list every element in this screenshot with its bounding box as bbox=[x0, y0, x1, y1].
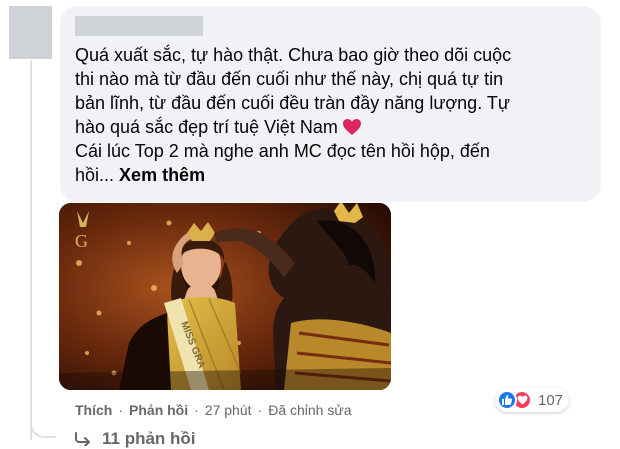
crowning-photo: G MISS GRA bbox=[59, 203, 391, 390]
comment-line: Quá xuất sắc, tự hào thật. Chưa bao giờ … bbox=[75, 45, 512, 65]
comment-actions: Thích · Phản hồi · 27 phút · Đã chỉnh sử… bbox=[75, 400, 352, 420]
comment-line: hào quá sắc đẹp trí tuệ Việt Nam bbox=[75, 115, 590, 139]
svg-text:G: G bbox=[75, 231, 88, 251]
reactions-summary[interactable]: 107 bbox=[495, 388, 570, 412]
thread-line bbox=[30, 60, 32, 440]
edited-label[interactable]: Đã chỉnh sửa bbox=[268, 402, 351, 418]
separator: · bbox=[118, 402, 124, 418]
comment-line: thi nào mà từ đầu đến cuối như thế này, … bbox=[75, 69, 504, 89]
comment-text: Quá xuất sắc, tự hào thật. Chưa bao giờ … bbox=[75, 43, 590, 187]
reply-arrow-icon bbox=[75, 432, 90, 446]
like-action[interactable]: Thích bbox=[75, 402, 112, 418]
reaction-count: 107 bbox=[538, 391, 564, 409]
view-replies-button[interactable]: 11 phản hồi bbox=[74, 429, 196, 449]
comment-line: Cái lúc Top 2 mà nghe anh MC đọc tên hồi… bbox=[75, 141, 490, 161]
red-heart-icon bbox=[342, 119, 361, 135]
author-name-redacted[interactable] bbox=[75, 16, 203, 36]
avatar-redacted[interactable] bbox=[9, 6, 52, 59]
replies-count-label: 11 phản hồi bbox=[102, 429, 196, 448]
separator: · bbox=[257, 402, 263, 418]
comment-line-text: hào quá sắc đẹp trí tuệ Việt Nam bbox=[75, 117, 338, 137]
reply-action[interactable]: Phản hồi bbox=[129, 402, 188, 418]
comment-photo[interactable]: G MISS GRA bbox=[59, 203, 391, 390]
comment-line: hồi... Xem thêm bbox=[75, 163, 590, 187]
comment-time[interactable]: 27 phút bbox=[205, 402, 252, 418]
comment-line-text: hồi... bbox=[75, 165, 115, 185]
thread-connector bbox=[30, 412, 56, 438]
see-more-link[interactable]: Xem thêm bbox=[119, 165, 205, 185]
comment-bubble: Quá xuất sắc, tự hào thật. Chưa bao giờ … bbox=[60, 6, 601, 202]
comment-line: bản lĩnh, từ đầu đến cuối đều tràn đầy n… bbox=[75, 93, 510, 113]
separator: · bbox=[194, 402, 199, 418]
like-icon bbox=[497, 390, 517, 410]
